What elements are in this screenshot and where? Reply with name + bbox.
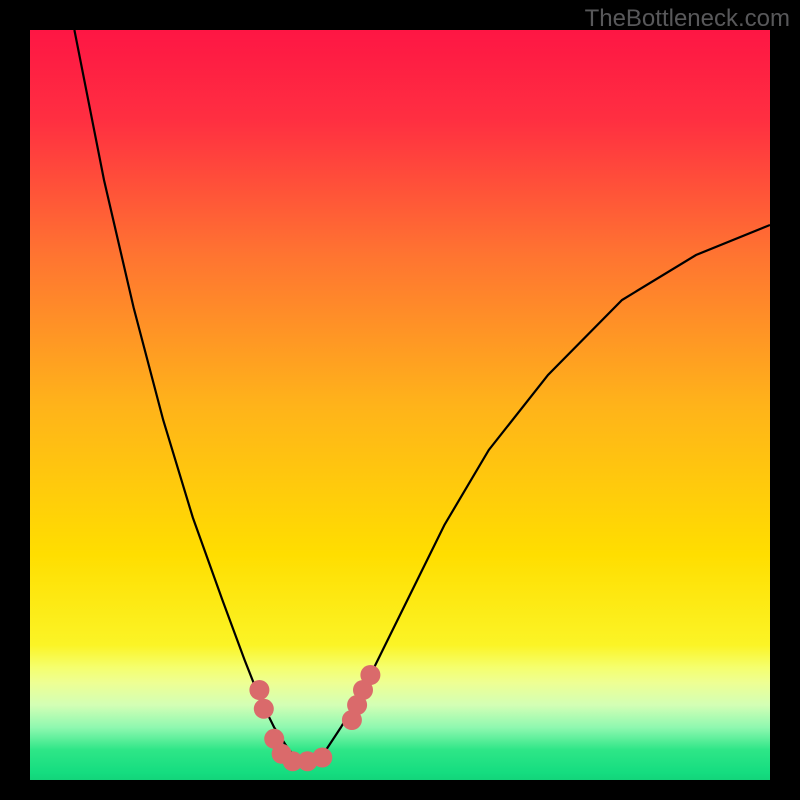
sample-point bbox=[360, 665, 380, 685]
chart-plot-area bbox=[30, 30, 770, 780]
sample-point bbox=[254, 699, 274, 719]
percent-mismatch-curve bbox=[74, 30, 770, 761]
data-layer bbox=[30, 30, 770, 780]
sample-point bbox=[249, 680, 269, 700]
sample-point bbox=[312, 748, 332, 768]
watermark-attribution: TheBottleneck.com bbox=[585, 5, 790, 33]
